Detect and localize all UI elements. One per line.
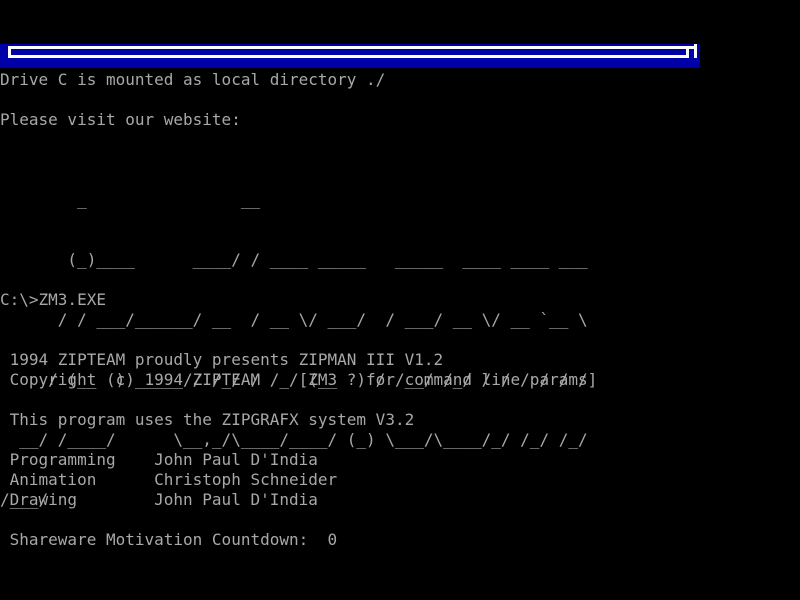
credit-drawing: Drawing John Paul D'India: [0, 490, 318, 510]
countdown-line: Shareware Motivation Countdown: 0: [0, 530, 337, 550]
dialog-border-right-edge: [694, 44, 697, 58]
ascii-logo-row: (_)____ ____/ / ____ _____ _____ ____ __…: [0, 250, 588, 270]
dialog-border-remnant: [0, 44, 700, 68]
copyright-line: Copyright (c) 1994 ZIPTEAM [ZM3 ? for co…: [0, 370, 597, 390]
countdown-label: Shareware Motivation Countdown:: [0, 530, 328, 549]
credit-animation: Animation Christoph Schneider: [0, 470, 337, 490]
zipgrafx-line: This program uses the ZIPGRAFX system V3…: [0, 410, 414, 430]
ascii-logo-row: __/ /____/ \__,_/\____/____/ (_) \___/\_…: [0, 430, 588, 450]
countdown-value: 0: [328, 530, 338, 549]
dos-terminal-screen[interactable]: Drive C is mounted as local directory ./…: [0, 0, 800, 600]
ascii-logo-row: / / ___/______/ __ / __ \/ ___/ / ___/ _…: [0, 310, 588, 330]
credit-programming: Programming John Paul D'India: [0, 450, 318, 470]
command-prompt-line: C:\>ZM3.EXE: [0, 290, 106, 310]
mount-message: Drive C is mounted as local directory ./: [0, 70, 385, 90]
dialog-border-left-corner: [8, 46, 11, 58]
dialog-border-right-corner: [686, 46, 689, 58]
ascii-logo-row: _ __: [0, 190, 588, 210]
dialog-border-inner-line: [8, 55, 689, 58]
website-prompt: Please visit our website:: [0, 110, 241, 130]
presents-line: 1994 ZIPTEAM proudly presents ZIPMAN III…: [0, 350, 443, 370]
dialog-border-top-line: [8, 46, 697, 49]
